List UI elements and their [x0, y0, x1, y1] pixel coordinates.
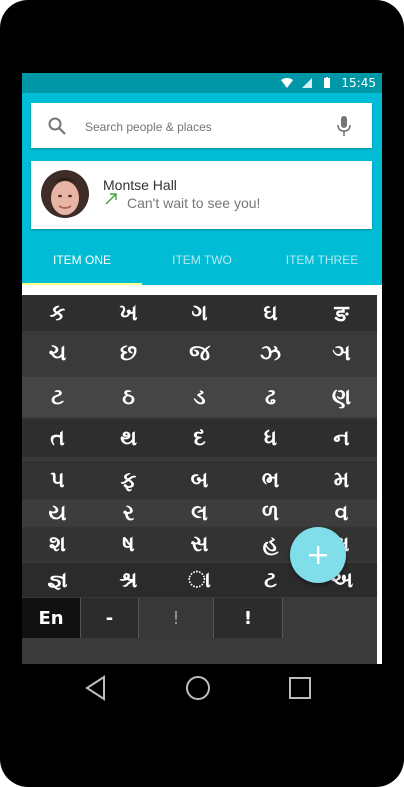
status-bar: 15:45 [22, 73, 382, 93]
key-spacer [283, 598, 377, 638]
keyboard-row: ક ખ ગ ઘ ङ [22, 295, 377, 331]
keyboard-row: ત થ દ ધ ન [22, 419, 377, 457]
wifi-icon [281, 78, 294, 88]
phone-frame: 15:45 Search people & places Montse Hall… [0, 0, 404, 787]
key[interactable]: ઝ [235, 333, 306, 373]
key[interactable]: શ્ર [93, 563, 164, 597]
key[interactable]: ટ [22, 377, 93, 417]
search-icon[interactable] [47, 116, 67, 136]
home-icon[interactable] [184, 674, 212, 702]
recents-icon[interactable] [286, 674, 314, 702]
tab-item-two[interactable]: ITEM TWO [142, 241, 262, 285]
key[interactable]: ક [22, 295, 93, 331]
plus-icon [309, 546, 327, 564]
key[interactable]: ત [22, 419, 93, 457]
key[interactable]: ડ [164, 377, 235, 417]
key[interactable]: થ [93, 419, 164, 457]
back-icon[interactable] [82, 674, 110, 702]
key[interactable]: ચ [22, 333, 93, 373]
key[interactable]: દ [164, 419, 235, 457]
contact-card[interactable]: Montse Hall Can't wait to see you! [31, 161, 372, 229]
key[interactable]: પ [22, 461, 93, 499]
key[interactable]: ષ [93, 527, 164, 561]
search-input[interactable] [83, 115, 307, 139]
keyboard-row: ટ ઠ ડ ઢ ણ [22, 377, 377, 417]
key[interactable]: ગ [164, 295, 235, 331]
key[interactable]: ઢ [235, 377, 306, 417]
status-time: 15:45 [341, 76, 376, 90]
signal-icon [302, 78, 313, 88]
key[interactable]: ળ [235, 500, 306, 526]
key[interactable]: ◌ા [164, 563, 235, 597]
key[interactable]: ફ [93, 461, 164, 499]
key[interactable]: ઞ [306, 333, 377, 373]
search-bar[interactable] [31, 103, 372, 148]
tab-item-three[interactable]: ITEM THREE [262, 241, 382, 285]
battery-icon [324, 77, 331, 88]
key[interactable]: ઠ [93, 377, 164, 417]
key[interactable]: ધ [235, 419, 306, 457]
key[interactable]: શ [22, 527, 93, 561]
key[interactable]: બ [164, 461, 235, 499]
key[interactable]: છ [93, 333, 164, 373]
language-key[interactable]: En [22, 598, 81, 638]
key[interactable]: જ [164, 333, 235, 373]
key[interactable]: ખ [93, 295, 164, 331]
gujarati-keyboard: ક ખ ગ ઘ ङ ચ છ જ ઝ ઞ ટ ઠ ડ ઢ ણ ત થ દ ધ ન … [22, 295, 377, 664]
outgoing-arrow-icon [105, 193, 117, 205]
key[interactable]: જ્ઞ [22, 563, 93, 597]
tab-item-one[interactable]: ITEM ONE [22, 241, 142, 285]
add-fab-button[interactable] [290, 527, 346, 583]
keyboard-row: પ ફ બ ભ મ [22, 461, 377, 499]
key[interactable]: ન [306, 419, 377, 457]
key[interactable]: સ [164, 527, 235, 561]
contact-message: Can't wait to see you! [127, 195, 261, 211]
key[interactable]: ર [93, 500, 164, 526]
tab-bar: ITEM ONE ITEM TWO ITEM THREE [22, 241, 382, 285]
tab-content: ક ખ ગ ઘ ङ ચ છ જ ઝ ઞ ટ ઠ ડ ઢ ણ ત થ દ ધ ન … [22, 285, 382, 664]
exclamation-key[interactable]: ! [214, 598, 283, 638]
keyboard-bottom-row: En - ! ! [22, 598, 377, 642]
key[interactable]: મ [306, 461, 377, 499]
key[interactable]: ભ [235, 461, 306, 499]
key[interactable]: ણ [306, 377, 377, 417]
keyboard-row: ય ર લ ળ વ [22, 500, 377, 526]
key[interactable]: લ [164, 500, 235, 526]
navigation-bar [22, 664, 382, 712]
mark-key[interactable]: ! [139, 598, 214, 638]
avatar [41, 170, 89, 218]
key[interactable]: ઘ [235, 295, 306, 331]
dash-key[interactable]: - [81, 598, 139, 638]
mic-icon[interactable] [336, 115, 352, 137]
key[interactable]: વ [306, 500, 377, 526]
keyboard-row: ચ છ જ ઝ ઞ [22, 333, 377, 373]
key[interactable]: ય [22, 500, 93, 526]
contact-name: Montse Hall [103, 177, 177, 193]
key[interactable]: ङ [306, 295, 377, 331]
